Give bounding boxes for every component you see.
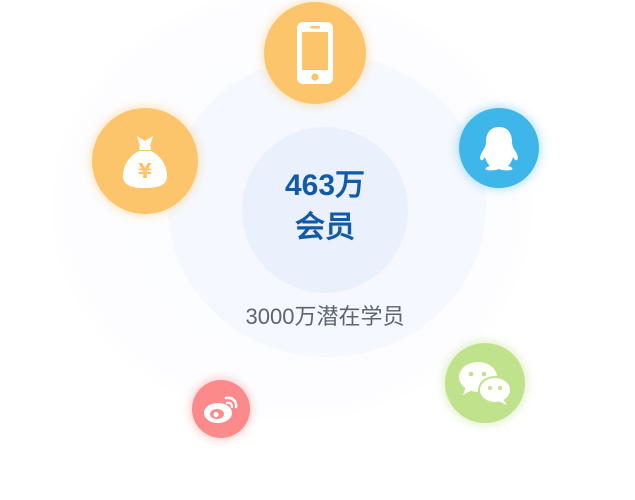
money-channel-circle: ¥ [92,108,198,214]
mobile-phone-icon [297,22,333,84]
money-bag-icon: ¥ [123,136,167,188]
mobile-channel-circle [264,2,366,104]
qq-channel-circle [459,108,539,188]
potential-students-text: 3000万潜在学员 [245,304,405,329]
member-stats-graphic: 463万 会员 3000万潜在学员 ¥ [0,0,635,500]
currency-symbol: ¥ [138,159,152,183]
wechat-channel-circle [445,343,525,423]
qq-penguin-icon [480,127,518,171]
member-count-block: 463万 会员 [242,165,408,249]
wechat-icon [459,362,512,405]
member-count: 463万 [284,169,366,202]
member-label: 会员 [295,211,355,244]
weibo-channel-circle [192,380,250,438]
weibo-icon [204,396,238,423]
